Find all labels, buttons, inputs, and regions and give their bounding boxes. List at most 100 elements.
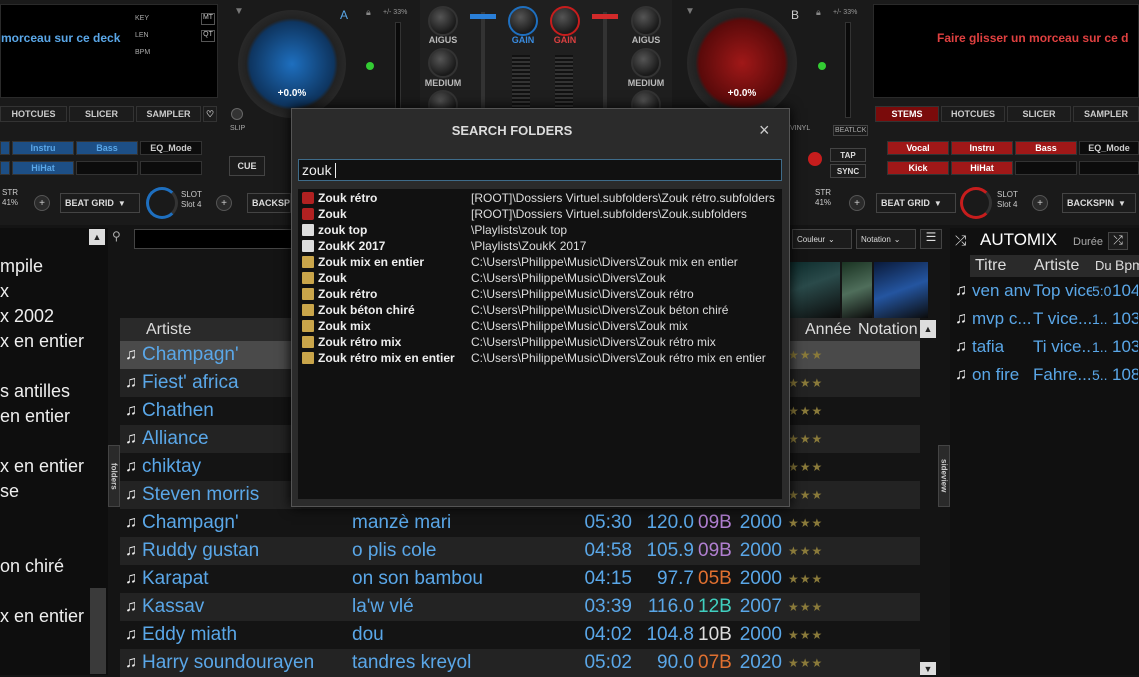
automix-col-du[interactable]: Du — [1095, 258, 1112, 273]
folder-item[interactable]: on chiré — [0, 556, 64, 577]
track-rating[interactable]: ★★★ — [788, 376, 823, 390]
backspin-button-a[interactable]: BACKSP — [247, 193, 291, 213]
pad-bass-b[interactable]: Bass — [1015, 141, 1077, 155]
col-artiste[interactable]: Artiste — [146, 321, 191, 339]
folder-result-row[interactable]: Zouk mix en entier C:\Users\Philippe\Musi… — [298, 254, 782, 270]
pad-instru-b[interactable]: Instru — [951, 141, 1013, 155]
backspin-button-b[interactable]: BACKSPIN ▼ — [1062, 193, 1136, 213]
sideview-tab[interactable]: sideview — [938, 445, 950, 507]
album-art-2[interactable] — [842, 262, 872, 318]
table-row[interactable]: ♫ Eddy miath dou 04:02 104.8 10B 2000 ★★★ — [120, 621, 920, 649]
folder-result-row[interactable]: zouk top \Playlists\zouk top — [298, 222, 782, 238]
deck-a-jog-wheel[interactable]: +0.0% — [238, 10, 346, 118]
dialog-search-input[interactable]: zouk — [298, 159, 782, 181]
browser-scroll-down[interactable]: ▼ — [920, 662, 936, 675]
deck-a-pitch-slider[interactable] — [395, 22, 401, 118]
folder-item[interactable]: x en entier — [0, 606, 84, 627]
track-rating[interactable]: ★★★ — [788, 600, 823, 614]
slot-add-button-b[interactable]: + — [1032, 195, 1048, 211]
track-rating[interactable]: ★★★ — [788, 544, 823, 558]
pad-eq-mode[interactable]: EQ_Mode — [140, 141, 202, 155]
tab-hotcues-b[interactable]: HOTCUES — [941, 106, 1005, 122]
folder-item[interactable]: s antilles — [0, 381, 70, 402]
track-rating[interactable]: ★★★ — [788, 404, 823, 418]
folder-item[interactable]: x 2002 — [0, 306, 54, 327]
table-row[interactable]: ♫ Ruddy gustan o plis cole 04:58 105.9 09B 200… — [120, 537, 920, 565]
lock-icon-right[interactable]: 🔒︎ — [816, 7, 821, 18]
pad-vocal[interactable]: Vocal — [887, 141, 949, 155]
folder-result-row[interactable]: ZoukK 2017 \Playlists\ZoukK 2017 — [298, 238, 782, 254]
track-rating[interactable]: ★★★ — [788, 348, 823, 362]
folder-result-row[interactable]: Zouk rétro C:\Users\Philippe\Music\Divers… — [298, 286, 782, 302]
browser-search-input[interactable] — [134, 229, 304, 249]
close-icon[interactable]: × — [759, 121, 770, 139]
automix-row[interactable]: ♫ tafia Ti vice... 1.. 103 — [950, 333, 1139, 361]
shuffle-icon[interactable]: ⤮ — [955, 232, 966, 249]
folder-item[interactable]: x en entier — [0, 331, 84, 352]
track-rating[interactable]: ★★★ — [788, 516, 823, 530]
gain-knob-left[interactable] — [508, 6, 538, 36]
folder-item[interactable]: x en entier — [0, 456, 84, 477]
track-rating[interactable]: ★★★ — [788, 628, 823, 642]
pad-left-edge-2[interactable] — [0, 161, 10, 175]
folder-scrollbar-thumb[interactable] — [90, 588, 106, 674]
pad-instru[interactable]: Instru — [12, 141, 74, 155]
track-rating[interactable]: ★★★ — [788, 432, 823, 446]
beat-grid-button-b[interactable]: BEAT GRID ▼ — [876, 193, 956, 213]
qt-button[interactable]: QT — [201, 30, 215, 42]
lock-icon[interactable]: 🔒︎ — [366, 7, 371, 18]
album-art-1[interactable] — [790, 262, 840, 318]
track-rating[interactable]: ★★★ — [788, 460, 823, 474]
folder-result-row[interactable]: Zouk [ROOT]\Dossiers Virtuel.subfolders\Z… — [298, 206, 782, 222]
automix-row[interactable]: ♫ ven anvi jTop vice5:0104 — [950, 277, 1139, 305]
folder-result-row[interactable]: Zouk rétro mix en entier C:\Users\Philipp… — [298, 350, 782, 366]
channel-fader-a[interactable] — [481, 12, 485, 112]
col-notation[interactable]: Notation — [858, 321, 918, 339]
tab-hotcues[interactable]: HOTCUES — [0, 106, 67, 122]
pad-empty-b2[interactable] — [1079, 161, 1139, 175]
automix-row[interactable]: ♫ mvp c... T vice... 1.. 103 — [950, 305, 1139, 333]
medium-knob-right[interactable] — [631, 48, 661, 78]
pad-hihat-b[interactable]: HiHat — [951, 161, 1013, 175]
table-row[interactable]: ♫ Harry soundourayen tandres kreyol 05:02 90… — [120, 649, 920, 677]
search-icon[interactable]: ⚲ — [112, 229, 130, 247]
folder-item[interactable]: mpile — [0, 256, 43, 277]
beatlock-button[interactable]: BEATLCK — [833, 125, 869, 136]
aigus-knob-left[interactable] — [428, 6, 458, 36]
tab-sampler-b[interactable]: SAMPLER — [1073, 106, 1139, 122]
tab-slicer-b[interactable]: SLICER — [1007, 106, 1071, 122]
deck-b-pitch-slider[interactable] — [845, 22, 851, 118]
str-add-button-b[interactable]: + — [849, 195, 865, 211]
slot-knob-b[interactable] — [960, 187, 992, 219]
sort-couleur-button[interactable]: Couleur ⌄ — [792, 229, 852, 249]
sort-notation-button[interactable]: Notation ⌄ — [856, 229, 916, 249]
automix-col-titre[interactable]: Titre — [975, 257, 1006, 275]
mt-button[interactable]: MT — [201, 13, 215, 25]
deck-a-menu-arrow[interactable]: ▼ — [234, 6, 244, 17]
folder-result-row[interactable]: Zouk C:\Users\Philippe\Music\Divers\Zouk — [298, 270, 782, 286]
track-rating[interactable]: ★★★ — [788, 488, 823, 502]
str-add-button[interactable]: + — [34, 195, 50, 211]
channel-fader-b-handle[interactable] — [592, 14, 618, 19]
table-row[interactable]: ♫ Champagn' manzè mari 05:30 120.0 09B 2000 ★★★ — [120, 509, 920, 537]
album-art-3[interactable] — [874, 262, 928, 318]
folder-item[interactable]: en entier — [0, 406, 70, 427]
slip-button[interactable] — [231, 108, 243, 120]
pad-empty-1[interactable] — [76, 161, 138, 175]
slot-knob[interactable] — [146, 187, 178, 219]
tab-slicer[interactable]: SLICER — [69, 106, 134, 122]
pad-empty-b1[interactable] — [1015, 161, 1077, 175]
medium-knob-left[interactable] — [428, 48, 458, 78]
folder-result-row[interactable]: Zouk béton chiré C:\Users\Philippe\Music\… — [298, 302, 782, 318]
tap-button[interactable]: TAP — [830, 148, 866, 162]
col-annee[interactable]: Année — [805, 321, 851, 339]
folder-result-row[interactable]: Zouk mix C:\Users\Philippe\Music\Divers\Z… — [298, 318, 782, 334]
tab-stems[interactable]: STEMS — [875, 106, 939, 122]
automix-list[interactable]: ♫ ven anvi jTop vice5:0104 ♫ mvp c...T vice… — [950, 277, 1139, 389]
aigus-knob-right[interactable] — [631, 6, 661, 36]
record-icon[interactable] — [808, 152, 822, 166]
channel-fader-a-handle[interactable] — [470, 14, 496, 19]
folder-result-row[interactable]: Zouk rétro mix C:\Users\Philippe\Music\Di… — [298, 334, 782, 350]
folder-result-row[interactable]: Zouk rétro [ROOT]\Dossiers Virtuel.subfol… — [298, 190, 782, 206]
table-row[interactable]: ♫ Karapat on son bambou 04:15 97.7 05B 2000 ★★★ — [120, 565, 920, 593]
